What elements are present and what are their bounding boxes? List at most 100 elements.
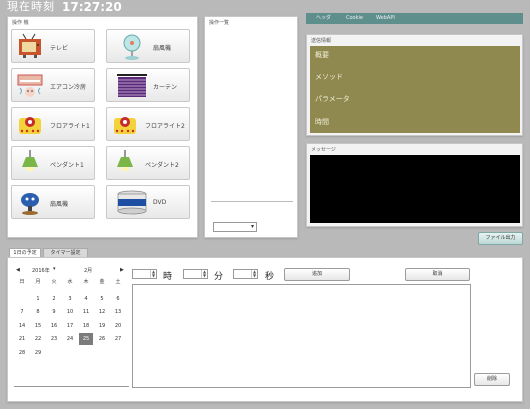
spinner-arrows-icon[interactable]: ▲ ▼ xyxy=(201,270,207,278)
chevron-down-icon[interactable]: ▾ xyxy=(53,266,56,272)
calendar-day[interactable]: 2 xyxy=(47,293,61,305)
calendar-day[interactable]: 4 xyxy=(79,293,93,305)
clock-time: 17:27:20 xyxy=(62,0,122,14)
calendar-day[interactable]: 11 xyxy=(79,306,93,318)
operations-panel: 操作一覧 ▾ xyxy=(204,16,298,238)
device-label: 扇風機 xyxy=(50,201,69,208)
calendar-day[interactable]: 9 xyxy=(47,306,61,318)
device-label: エアコン冷房 xyxy=(50,84,87,91)
device-label: カーテン xyxy=(153,84,178,91)
calendar-day[interactable]: 14 xyxy=(15,320,29,332)
calendar-day[interactable]: 20 xyxy=(111,320,125,332)
hour-label: 時 xyxy=(163,272,173,282)
spinner-arrows-icon[interactable]: ▲ ▼ xyxy=(150,270,156,278)
calendar-day[interactable]: 27 xyxy=(111,333,125,345)
device-button-tv[interactable]: テレビ xyxy=(11,29,95,63)
tab-webapi[interactable]: WebAPI xyxy=(372,13,399,24)
calendar-next-button[interactable]: ▶ xyxy=(120,267,124,273)
request-line: 時間 xyxy=(315,118,329,126)
tab-header[interactable]: ヘッダ xyxy=(312,13,335,24)
calendar: ◀ 2016年 ▾ 2月 ▶ 日月火水木金土 1 2 3 4 5 6 7 8 9 10 11 12 13 1… xyxy=(14,265,129,389)
pendant-light-icon xyxy=(22,150,38,171)
device-label: テレビ xyxy=(50,45,69,52)
calendar-day[interactable]: 13 xyxy=(111,306,125,318)
response-panel-title: メッセージ xyxy=(311,147,336,153)
calendar-day[interactable]: 19 xyxy=(95,320,109,332)
second-spinner[interactable]: ▲ ▼ xyxy=(233,269,258,279)
file-output-button[interactable]: ファイル出力 xyxy=(478,232,523,245)
calendar-day[interactable]: 3 xyxy=(63,293,77,305)
tab-timer-settings[interactable]: タイマー設定 xyxy=(43,248,88,257)
curtain-icon xyxy=(117,74,147,97)
operations-panel-title: 操作一覧 xyxy=(209,20,230,26)
minute-spinner[interactable]: ▲ ▼ xyxy=(183,269,208,279)
pendant-light-icon xyxy=(117,150,133,171)
calendar-weekday: 木 xyxy=(83,279,89,285)
calendar-day[interactable]: 1 xyxy=(31,293,45,305)
device-button-dvd[interactable]: DVD xyxy=(106,185,190,219)
floor-lamp-icon xyxy=(114,117,136,134)
device-button-pendant-1[interactable]: ペンダント1 xyxy=(11,146,95,180)
operations-list[interactable] xyxy=(211,27,293,202)
tab-daily-schedule[interactable]: 1日の予定 xyxy=(9,248,41,257)
device-label: ペンダント2 xyxy=(145,162,179,169)
tab-cookie[interactable]: Cookie xyxy=(342,13,367,24)
schedule-panel: ◀ 2016年 ▾ 2月 ▶ 日月火水木金土 1 2 3 4 5 6 7 8 9 10 11 12 13 1… xyxy=(7,257,523,402)
calendar-day[interactable]: 21 xyxy=(15,333,29,345)
calendar-day[interactable]: 15 xyxy=(31,320,45,332)
calendar-day[interactable]: 10 xyxy=(63,306,77,318)
calendar-day[interactable]: 8 xyxy=(31,306,45,318)
response-output xyxy=(310,155,520,223)
hour-spinner[interactable]: ▲ ▼ xyxy=(132,269,157,279)
dvd-icon xyxy=(117,190,147,215)
request-panel: 送信情報 概要 メソッド パラメータ 時間 xyxy=(306,34,523,136)
operation-select[interactable]: ▾ xyxy=(213,222,257,232)
calendar-day[interactable]: 5 xyxy=(95,293,109,305)
calendar-day[interactable]: 6 xyxy=(111,293,125,305)
request-panel-title: 送信情報 xyxy=(311,38,332,44)
calendar-weekday: 日 xyxy=(19,279,25,285)
cancel-schedule-button[interactable]: 取消 xyxy=(405,268,470,281)
calendar-day[interactable]: 16 xyxy=(47,320,61,332)
request-line: メソッド xyxy=(315,73,343,81)
calendar-day[interactable]: 22 xyxy=(31,333,45,345)
devices-panel: 操作 機 テレビ 扇風機 エアコン冷房 カーテン フロアライト1 フロアライト2… xyxy=(7,16,198,238)
device-button-fan-robot[interactable]: 扇風機 xyxy=(11,185,95,219)
calendar-weekday: 月 xyxy=(35,279,41,285)
add-schedule-button[interactable]: 追加 xyxy=(284,268,350,281)
calendar-month: 2月 xyxy=(84,268,93,274)
schedule-list[interactable] xyxy=(132,284,471,388)
device-button-curtain[interactable]: カーテン xyxy=(106,68,190,102)
calendar-day[interactable]: 24 xyxy=(63,333,77,345)
calendar-day[interactable]: 23 xyxy=(47,333,61,345)
device-button-aircon[interactable]: エアコン冷房 xyxy=(11,68,95,102)
fan-icon xyxy=(123,34,141,60)
devices-panel-title: 操作 機 xyxy=(12,20,29,26)
device-button-floor-light-2[interactable]: フロアライト2 xyxy=(106,107,190,141)
spinner-arrows-icon[interactable]: ▲ ▼ xyxy=(251,270,257,278)
calendar-prev-button[interactable]: ◀ xyxy=(16,267,20,273)
calendar-weekday: 金 xyxy=(99,279,105,285)
calendar-year: 2016年 xyxy=(32,268,50,274)
device-button-pendant-2[interactable]: ペンダント2 xyxy=(106,146,190,180)
calendar-day[interactable]: 17 xyxy=(63,320,77,332)
calendar-day[interactable]: 29 xyxy=(31,347,45,359)
device-label: DVD xyxy=(153,199,167,206)
calendar-weekday: 火 xyxy=(51,279,57,285)
calendar-day[interactable]: 7 xyxy=(15,306,29,318)
calendar-bottom-line xyxy=(14,386,129,387)
device-label: ペンダント1 xyxy=(50,162,84,169)
calendar-weekday: 水 xyxy=(67,279,73,285)
device-label: フロアライト1 xyxy=(50,123,90,130)
device-label: 扇風機 xyxy=(153,45,172,52)
device-button-fan[interactable]: 扇風機 xyxy=(106,29,190,63)
aircon-icon xyxy=(17,74,43,97)
calendar-day[interactable]: 28 xyxy=(15,347,29,359)
calendar-day[interactable]: 12 xyxy=(95,306,109,318)
calendar-day[interactable]: 25 xyxy=(79,333,93,345)
device-button-floor-light-1[interactable]: フロアライト1 xyxy=(11,107,95,141)
calendar-day[interactable]: 18 xyxy=(79,320,93,332)
tv-icon xyxy=(19,33,41,58)
delete-button[interactable]: 削除 xyxy=(474,373,510,386)
calendar-day[interactable]: 26 xyxy=(95,333,109,345)
